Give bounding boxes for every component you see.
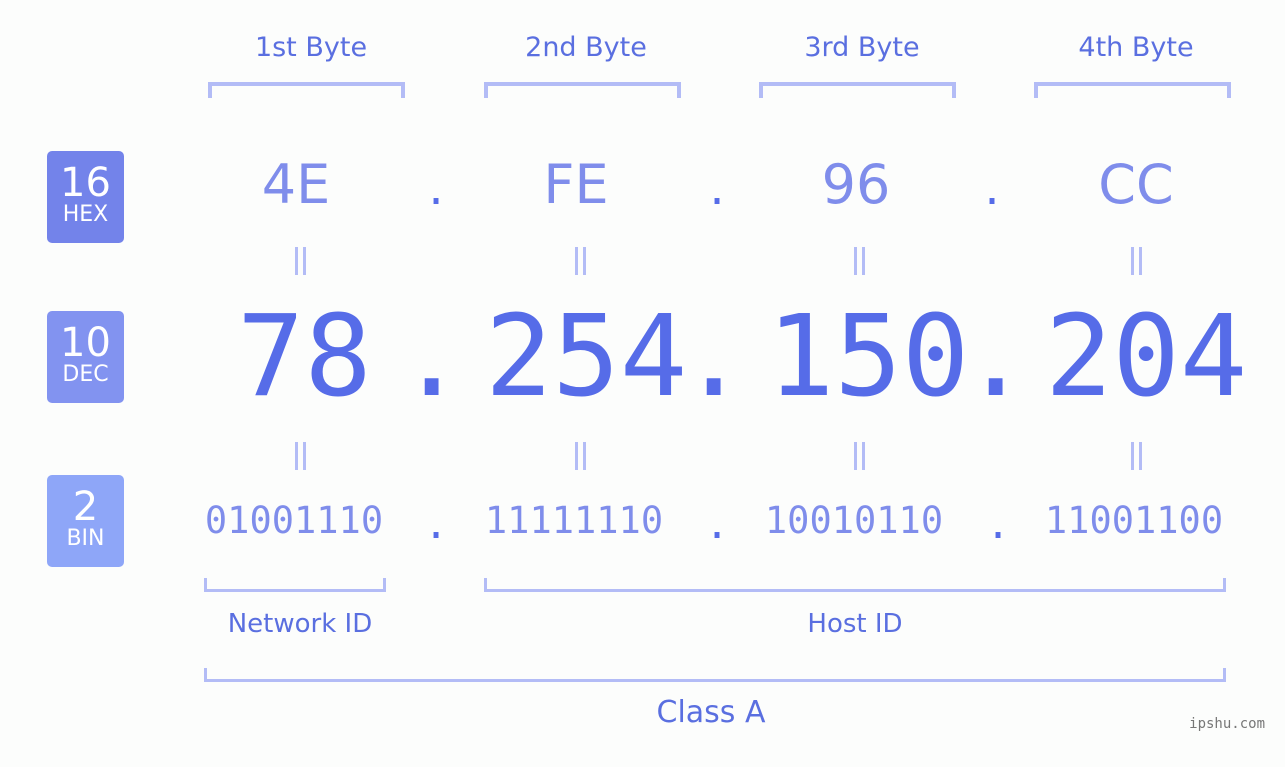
bracket-byte-2: [484, 82, 681, 98]
bin-byte-2: 11111110: [484, 499, 664, 542]
equals-marker: [569, 442, 591, 470]
bin-byte-3: 10010110: [764, 499, 944, 542]
hex-badge-number: 16: [60, 160, 111, 206]
equals-marker: [289, 442, 311, 470]
dec-byte-4: 204: [1045, 292, 1248, 422]
hex-byte-3: 96: [821, 153, 891, 216]
host-id-label: Host ID: [807, 609, 903, 639]
bin-badge: 2 BIN: [47, 475, 124, 567]
network-id-label: Network ID: [227, 609, 373, 639]
dec-byte-3: 150: [767, 292, 970, 422]
dec-separator-1: .: [398, 292, 466, 422]
bin-badge-label: BIN: [66, 526, 105, 551]
bin-badge-number: 2: [72, 484, 99, 530]
hex-byte-1: 4E: [261, 153, 331, 216]
bracket-byte-1: [208, 82, 405, 98]
equals-marker: [848, 247, 870, 275]
bin-byte-4: 11001100: [1044, 499, 1224, 542]
hex-badge-label: HEX: [62, 202, 109, 227]
watermark: ipshu.com: [1189, 716, 1265, 732]
hex-byte-2: FE: [543, 153, 609, 216]
dec-separator-2: .: [680, 292, 748, 422]
header-byte-4: 4th Byte: [1078, 32, 1194, 63]
bin-separator-2: .: [705, 502, 730, 548]
hex-separator-2: .: [705, 168, 730, 214]
dec-byte-1: 78: [237, 292, 372, 422]
header-byte-1: 1st Byte: [254, 32, 368, 63]
equals-marker: [289, 247, 311, 275]
bracket-byte-3: [759, 82, 956, 98]
dec-separator-3: .: [962, 292, 1030, 422]
class-label: Class A: [656, 695, 766, 730]
hex-badge: 16 HEX: [47, 151, 124, 243]
dec-badge: 10 DEC: [47, 311, 124, 403]
header-byte-2: 2nd Byte: [525, 32, 647, 63]
host-id-bracket: [484, 578, 1226, 592]
bin-byte-1: 01001110: [204, 499, 384, 542]
hex-separator-1: .: [424, 168, 449, 214]
header-byte-3: 3rd Byte: [804, 32, 920, 63]
bracket-byte-4: [1034, 82, 1231, 98]
equals-marker: [848, 442, 870, 470]
equals-marker: [1125, 442, 1147, 470]
dec-badge-label: DEC: [62, 362, 109, 387]
hex-separator-3: .: [980, 168, 1005, 214]
bin-separator-1: .: [424, 502, 449, 548]
class-bracket: [204, 668, 1226, 682]
equals-marker: [1125, 247, 1147, 275]
dec-badge-number: 10: [60, 320, 111, 366]
hex-byte-4: CC: [1098, 153, 1174, 216]
dec-byte-2: 254: [485, 292, 688, 422]
equals-marker: [569, 247, 591, 275]
network-id-bracket: [204, 578, 386, 592]
bin-separator-3: .: [986, 502, 1011, 548]
